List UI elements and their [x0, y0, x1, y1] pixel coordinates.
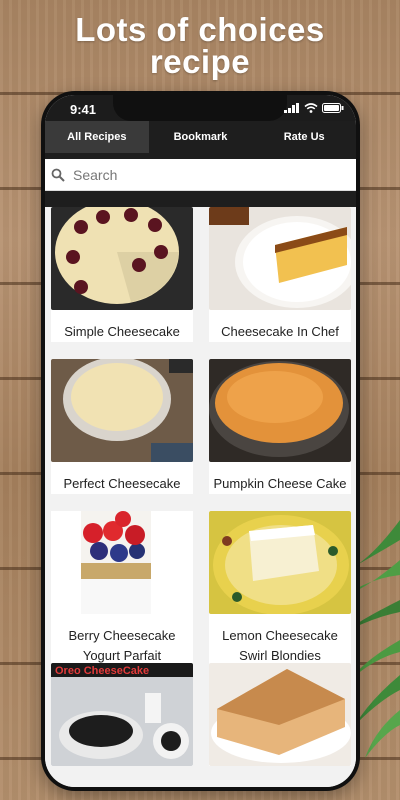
tab-all-recipes[interactable]: All Recipes: [45, 121, 149, 153]
flan-cheesecake-image: [209, 207, 351, 310]
recipe-image[interactable]: [209, 359, 351, 462]
recipe-card[interactable]: Lemon Cheesecake Swirl Blondies: [209, 511, 351, 666]
tab-bookmark[interactable]: Bookmark: [149, 121, 253, 153]
recipe-image[interactable]: [209, 207, 351, 310]
recipe-card[interactable]: Pumpkin Cheese Cake: [209, 359, 351, 494]
recipe-image[interactable]: [51, 207, 193, 310]
headline-line-2: recipe: [149, 43, 251, 80]
sponge-cheesecake-image: [209, 663, 351, 766]
status-bar: 9:41: [45, 95, 356, 121]
signal-icon: [284, 103, 299, 113]
search-divider: [45, 191, 356, 207]
recipe-image[interactable]: Oreo CheeseCake: [51, 663, 193, 766]
status-time: 9:41: [70, 102, 97, 117]
lemon-blondie-image: [209, 511, 351, 614]
recipe-card[interactable]: Perfect Cheesecake: [51, 359, 193, 494]
cheesecake-berries-image: [51, 207, 193, 310]
recipe-card[interactable]: Cheesecake In Chef: [209, 207, 351, 342]
oreo-cheesecake-image: Oreo CheeseCake: [51, 663, 193, 766]
plain-cheesecake-image: [51, 359, 193, 462]
recipe-image[interactable]: [51, 359, 193, 462]
recipe-title: Lemon Cheesecake Swirl Blondies: [222, 628, 338, 663]
headline-line-1: Lots of choices: [75, 11, 325, 48]
recipe-card[interactable]: Simple Cheesecake: [51, 207, 193, 342]
recipe-card[interactable]: [209, 663, 351, 766]
wifi-icon: [304, 103, 318, 113]
recipe-title: Berry Cheesecake Yogurt Parfait: [68, 628, 176, 663]
app-screen: 9:41 All Recipes Bookmark Rate Us Search…: [45, 95, 356, 787]
status-icons: [284, 103, 344, 113]
search-input[interactable]: Search: [73, 167, 117, 183]
tab-bar: All Recipes Bookmark Rate Us: [45, 121, 356, 153]
battery-icon: [322, 103, 344, 113]
recipe-title: Cheesecake In Chef: [221, 324, 339, 339]
recipe-grid: Simple Cheesecake Cheesecake In Chef Per…: [45, 207, 356, 787]
promo-headline: Lots of choices recipe: [0, 11, 400, 80]
phone-notch: [113, 95, 287, 121]
phone-frame: 9:41 All Recipes Bookmark Rate Us Search…: [41, 91, 360, 791]
search-bar[interactable]: Search: [45, 159, 356, 191]
search-icon: [51, 168, 65, 182]
recipe-title: Simple Cheesecake: [64, 324, 180, 339]
recipe-image[interactable]: [51, 511, 193, 614]
recipe-image[interactable]: [209, 663, 351, 766]
berry-parfait-image: [51, 511, 193, 614]
recipe-card[interactable]: Berry Cheesecake Yogurt Parfait: [51, 511, 193, 666]
recipe-image[interactable]: [209, 511, 351, 614]
recipe-title: Pumpkin Cheese Cake: [213, 476, 347, 491]
oreo-label-text: Oreo CheeseCake: [55, 665, 149, 677]
tab-rate-us[interactable]: Rate Us: [252, 121, 356, 153]
pumpkin-cheesecake-image: [209, 359, 351, 462]
recipe-card[interactable]: Oreo CheeseCake: [51, 663, 193, 766]
recipe-title: Perfect Cheesecake: [63, 476, 181, 491]
